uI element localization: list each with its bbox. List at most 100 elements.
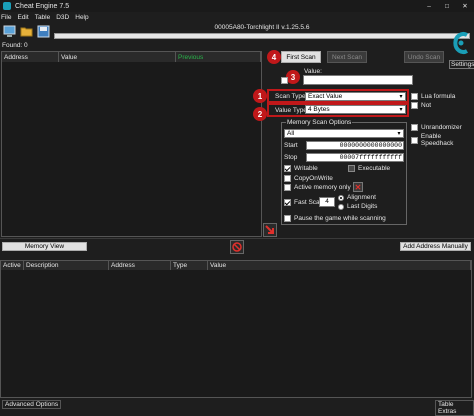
progress-bar: [54, 33, 470, 39]
settings-link[interactable]: Settings: [449, 60, 474, 69]
marker-2: 2: [253, 107, 267, 121]
stop-label: Stop: [284, 154, 298, 161]
close-icon[interactable]: ✕: [456, 2, 474, 10]
value-type-select[interactable]: 4 Bytes ▾: [305, 105, 406, 114]
writable-checkbox[interactable]: [284, 165, 291, 172]
marker-4: 4: [267, 50, 281, 64]
alignment-label: Alignment: [347, 194, 376, 201]
lua-formula-label: Lua formula: [421, 93, 456, 100]
title-bar: Cheat Engine 7.5 – □ ✕: [0, 0, 474, 12]
lua-formula-option[interactable]: Lua formula: [411, 93, 455, 100]
memory-view-button[interactable]: Memory View: [2, 242, 87, 251]
stop-icon[interactable]: [230, 240, 244, 254]
copyonwrite-checkbox[interactable]: [284, 175, 291, 182]
last-digits-label: Last Digits: [347, 203, 378, 210]
address-table-header: Active Description Address Type Value: [1, 261, 471, 270]
copyonwrite-option[interactable]: CopyOnWrite: [284, 175, 333, 182]
executable-checkbox[interactable]: [348, 165, 355, 172]
marker-3: 3: [286, 70, 300, 84]
not-checkbox[interactable]: [411, 102, 418, 109]
table-col-value[interactable]: Value: [208, 261, 471, 270]
stop-address-input[interactable]: 00007fffffffffff: [306, 153, 404, 162]
active-memory-option[interactable]: Active memory only: [284, 184, 351, 191]
menu-edit[interactable]: Edit: [17, 14, 28, 21]
table-col-active[interactable]: Active: [1, 261, 24, 270]
speedhack-option[interactable]: Enable Speedhack: [411, 133, 474, 147]
not-label: Not: [421, 102, 432, 109]
results-header: Address Value Previous: [2, 52, 261, 62]
results-col-value[interactable]: Value: [59, 52, 176, 62]
save-icon[interactable]: [37, 25, 50, 38]
start-label: Start: [284, 142, 298, 149]
fast-scan-input[interactable]: 4: [319, 197, 335, 207]
results-col-address[interactable]: Address: [2, 52, 59, 62]
cheat-engine-logo-icon[interactable]: [451, 29, 471, 57]
chevron-down-icon: ▾: [397, 131, 401, 137]
value-input[interactable]: [303, 75, 413, 85]
pause-game-checkbox[interactable]: [284, 215, 291, 222]
fast-scan-checkbox[interactable]: [284, 199, 291, 206]
divider: [0, 238, 474, 239]
menu-table[interactable]: Table: [35, 14, 51, 21]
pause-game-option[interactable]: Pause the game while scanning: [284, 215, 386, 222]
window-title: Cheat Engine 7.5: [15, 2, 70, 10]
table-col-type[interactable]: Type: [171, 261, 208, 270]
menu-help[interactable]: Help: [75, 14, 88, 21]
first-scan-button[interactable]: First Scan: [281, 51, 321, 63]
menu-bar: File Edit Table D3D Help: [0, 12, 474, 22]
copyonwrite-label: CopyOnWrite: [294, 175, 333, 182]
unrandomizer-checkbox[interactable]: [411, 124, 418, 131]
writable-label: Writable: [294, 165, 318, 172]
pause-game-label: Pause the game while scanning: [294, 215, 386, 222]
writable-option[interactable]: Writable: [284, 165, 318, 172]
app-icon: [3, 2, 11, 10]
open-file-icon[interactable]: [20, 25, 33, 38]
table-col-address[interactable]: Address: [109, 261, 171, 270]
executable-option[interactable]: Executable: [348, 165, 390, 172]
menu-file[interactable]: File: [1, 14, 11, 21]
chevron-down-icon: ▾: [399, 107, 403, 113]
scan-type-value: Exact Value: [308, 93, 343, 100]
open-process-icon[interactable]: [3, 25, 16, 38]
value-label: Value:: [304, 68, 322, 75]
scan-type-select[interactable]: Exact Value ▾: [305, 92, 406, 101]
executable-label: Executable: [358, 165, 391, 172]
start-address-input[interactable]: 0000000000000000: [306, 141, 404, 150]
minimize-icon[interactable]: –: [420, 3, 438, 10]
alignment-option[interactable]: Alignment: [338, 194, 376, 201]
found-count: Found: 0: [2, 42, 28, 49]
last-digits-option[interactable]: Last Digits: [338, 203, 377, 210]
table-extras-link[interactable]: Table Extras: [435, 400, 474, 416]
chevron-down-icon: ▾: [399, 94, 403, 100]
address-table[interactable]: Active Description Address Type Value: [0, 260, 472, 398]
unrandomizer-option[interactable]: Unrandomizer: [411, 124, 462, 131]
alignment-radio[interactable]: [338, 194, 344, 201]
clear-x-icon[interactable]: ✕: [353, 182, 363, 192]
process-title: 00005A80-Torchlight II v.1.25.5.6: [214, 24, 310, 31]
unrandomizer-label: Unrandomizer: [421, 124, 462, 131]
add-to-list-arrow-icon[interactable]: [263, 223, 277, 237]
maximize-icon[interactable]: □: [438, 3, 456, 10]
fast-scan-option[interactable]: Fast Scan: [284, 199, 323, 206]
advanced-options-link[interactable]: Advanced Options: [2, 400, 62, 409]
add-address-manually-button[interactable]: Add Address Manually: [400, 242, 471, 251]
marker-1: 1: [253, 89, 267, 103]
value-type-value: 4 Bytes: [308, 106, 330, 113]
value-type-label: Value Type: [275, 107, 307, 114]
last-digits-radio[interactable]: [338, 203, 344, 210]
results-col-previous[interactable]: Previous: [176, 52, 261, 62]
memory-region-select[interactable]: All ▾: [284, 129, 404, 138]
menu-d3d[interactable]: D3D: [56, 14, 69, 21]
undo-scan-button[interactable]: Undo Scan: [404, 51, 444, 63]
table-col-description[interactable]: Description: [24, 261, 109, 270]
active-memory-label: Active memory only: [294, 184, 351, 191]
not-option[interactable]: Not: [411, 102, 431, 109]
active-memory-checkbox[interactable]: [284, 184, 291, 191]
speedhack-checkbox[interactable]: [411, 136, 418, 144]
memory-scan-options-title: Memory Scan Options: [286, 119, 353, 126]
lua-formula-checkbox[interactable]: [411, 93, 418, 100]
hex-checkbox[interactable]: [281, 77, 288, 84]
speedhack-label: Enable Speedhack: [420, 133, 454, 147]
results-list[interactable]: Address Value Previous: [1, 51, 262, 237]
next-scan-button[interactable]: Next Scan: [327, 51, 367, 63]
